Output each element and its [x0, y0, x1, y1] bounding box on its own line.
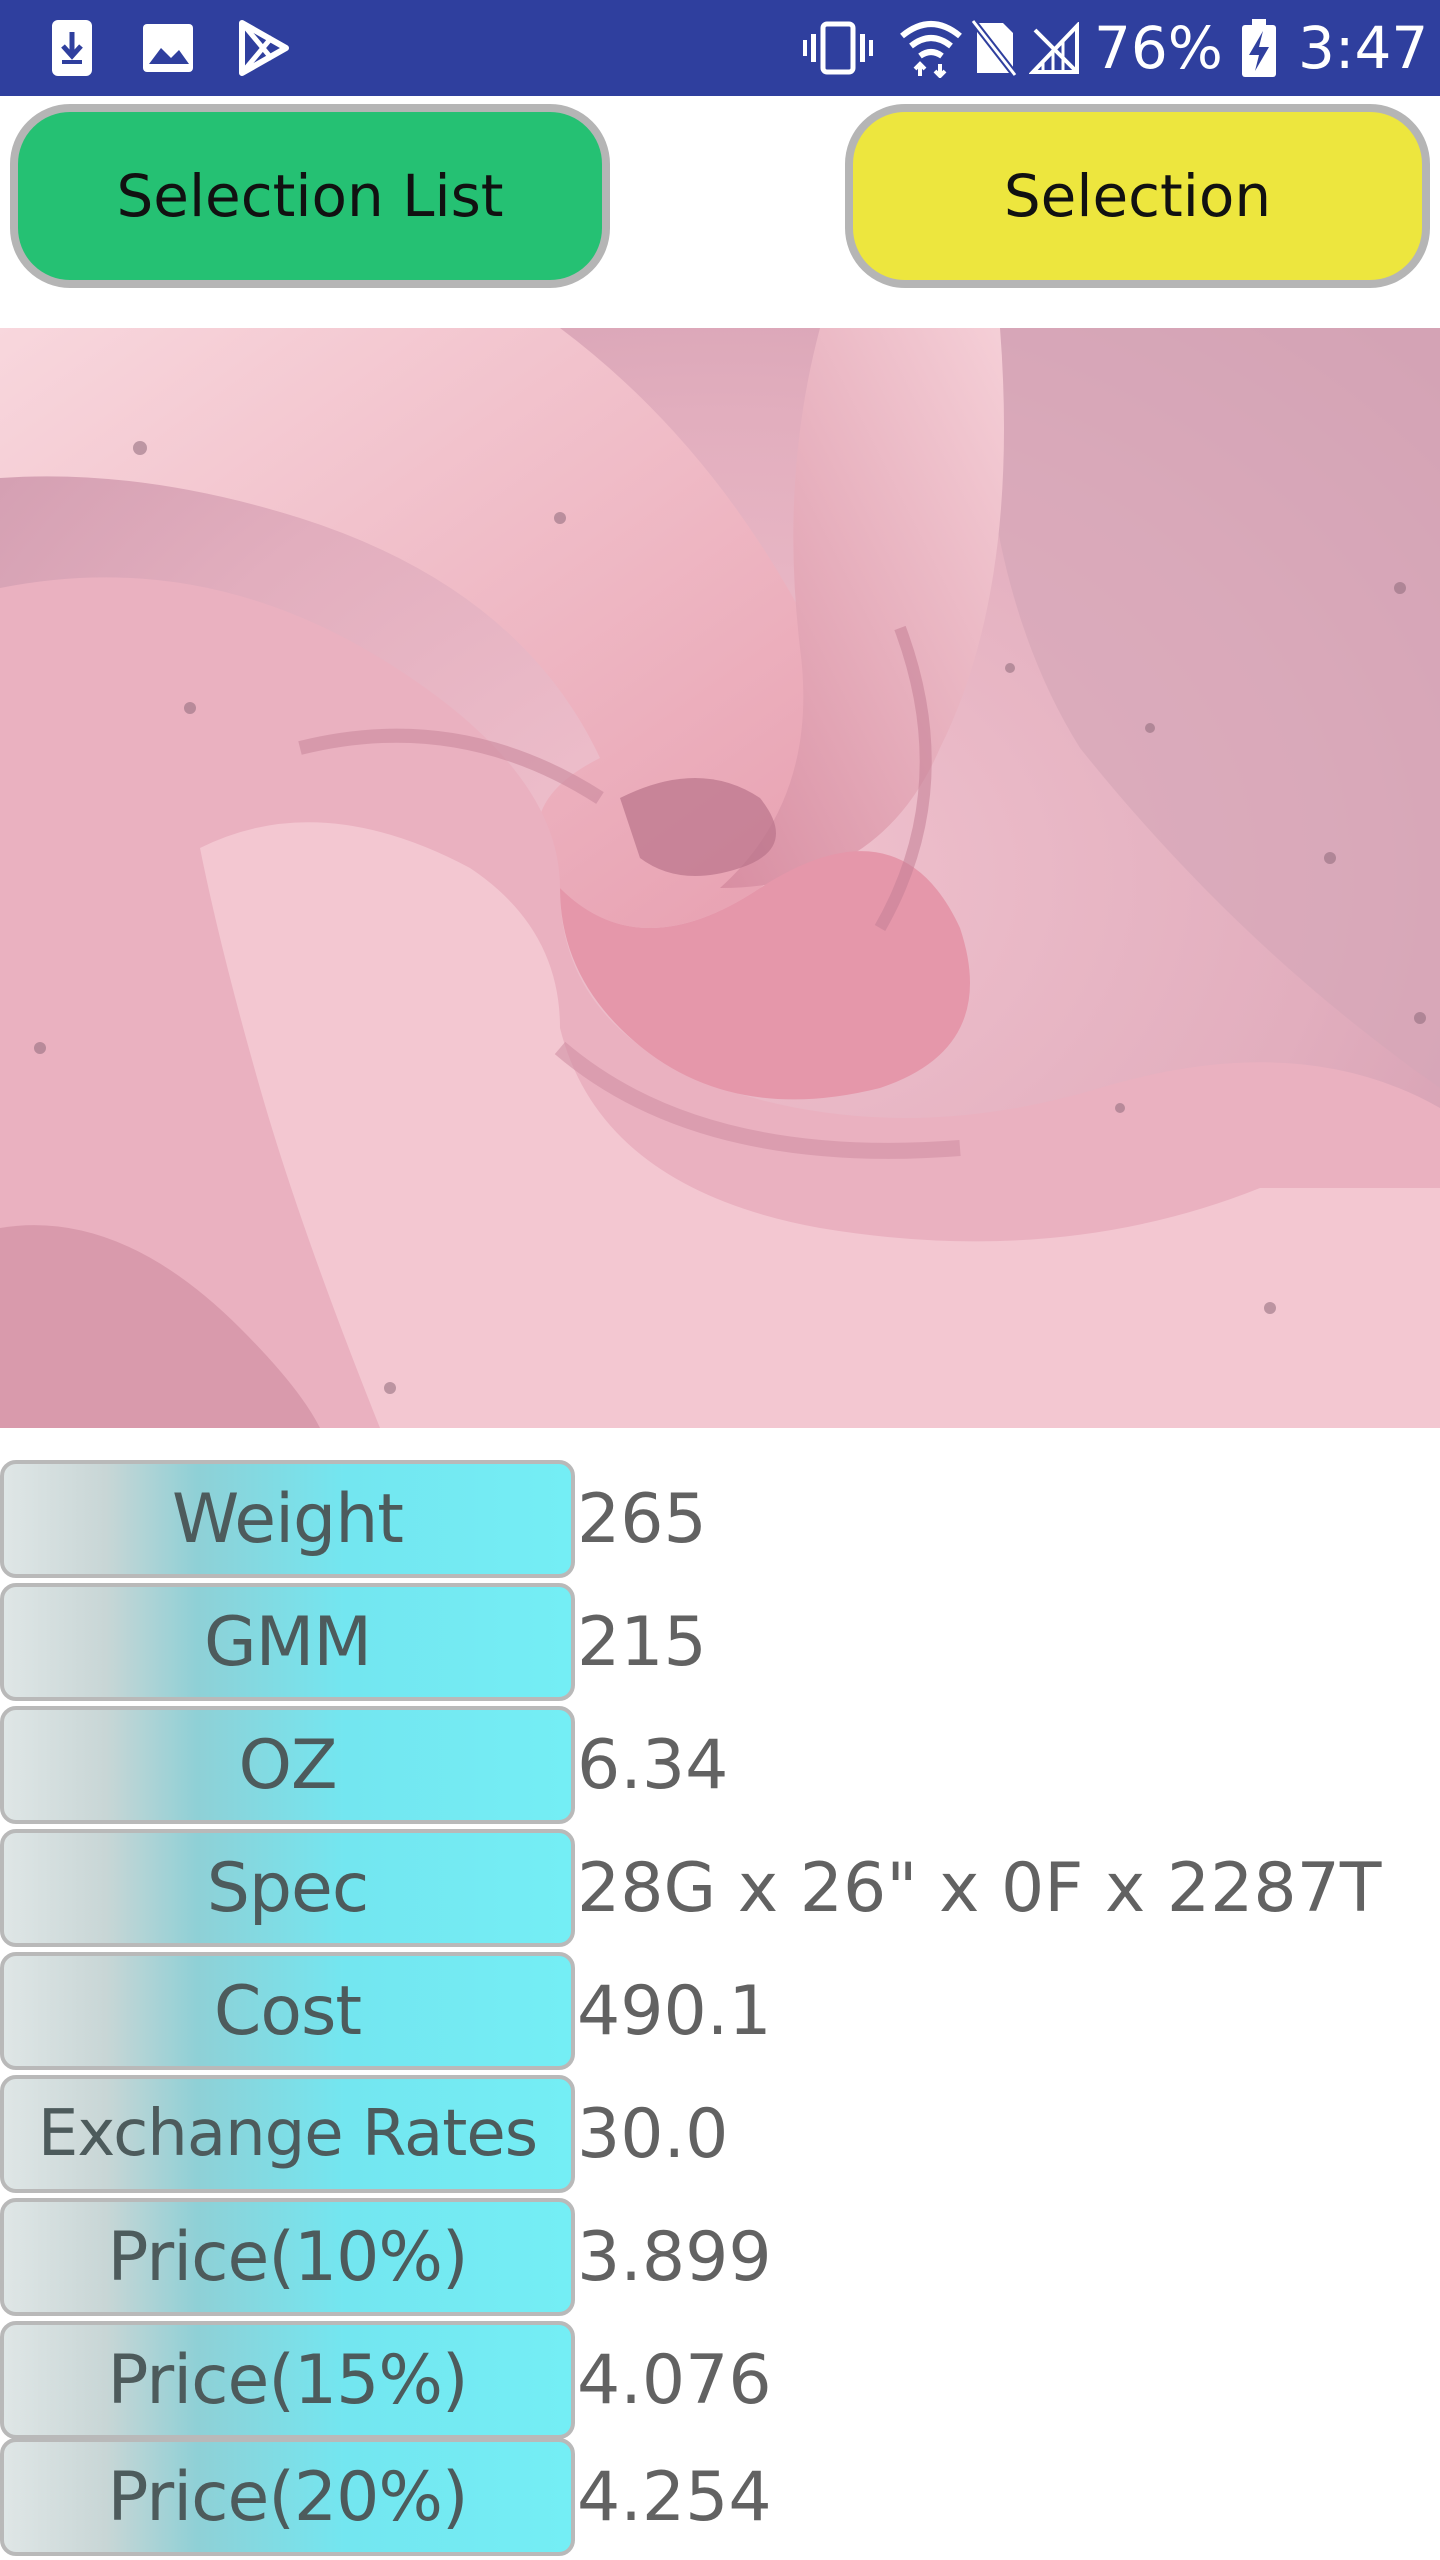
- spec-row-gmm: GMM 215: [0, 1583, 1440, 1701]
- spec-label: OZ: [0, 1706, 575, 1824]
- status-bar: 76% 3:47: [0, 0, 1440, 96]
- image-icon: [138, 0, 198, 96]
- spec-value: 490.1: [577, 1971, 772, 2051]
- selection-list-button[interactable]: Selection List: [10, 104, 610, 288]
- signal-icon: [1028, 0, 1080, 96]
- spec-value: 6.34: [577, 1725, 729, 1805]
- spec-label: GMM: [0, 1583, 575, 1701]
- spec-value: 4.254: [577, 2457, 772, 2537]
- battery-charging-icon: [1236, 0, 1282, 96]
- clock: 3:47: [1298, 14, 1429, 82]
- spec-label: Exchange Rates: [0, 2075, 575, 2193]
- battery-percent: 76%: [1094, 14, 1223, 82]
- play-store-icon: [234, 0, 294, 96]
- spec-label: Spec: [0, 1829, 575, 1947]
- spec-value: 28G x 26" x 0F x 2287T: [577, 1848, 1382, 1928]
- spec-label: Cost: [0, 1952, 575, 2070]
- spec-row-oz: OZ 6.34: [0, 1706, 1440, 1824]
- spec-row-cost: Cost 490.1: [0, 1952, 1440, 2070]
- spec-value: 3.899: [577, 2217, 772, 2297]
- spec-value: 215: [577, 1602, 707, 1682]
- spec-row-price-20: Price(20%) 4.254: [0, 2438, 1440, 2556]
- spec-label: Price(20%): [0, 2438, 575, 2556]
- spec-row-spec: Spec 28G x 26" x 0F x 2287T: [0, 1829, 1440, 1947]
- spec-value: 30.0: [577, 2094, 729, 2174]
- vibrate-icon: [800, 0, 876, 96]
- spec-row-price-15: Price(15%) 4.076: [0, 2321, 1440, 2439]
- spec-row-price-10: Price(10%) 3.899: [0, 2198, 1440, 2316]
- spec-row-weight: Weight 265: [0, 1460, 1440, 1578]
- fabric-image: [0, 328, 1440, 1428]
- spec-label: Weight: [0, 1460, 575, 1578]
- no-sim-icon: [968, 0, 1020, 96]
- spec-label: Price(15%): [0, 2321, 575, 2439]
- selection-button[interactable]: Selection: [845, 104, 1430, 288]
- spec-row-exchange-rates: Exchange Rates 30.0: [0, 2075, 1440, 2193]
- spec-label: Price(10%): [0, 2198, 575, 2316]
- spec-value: 265: [577, 1479, 707, 1559]
- download-icon: [44, 0, 100, 96]
- spec-value: 4.076: [577, 2340, 772, 2420]
- wifi-icon: [896, 0, 966, 96]
